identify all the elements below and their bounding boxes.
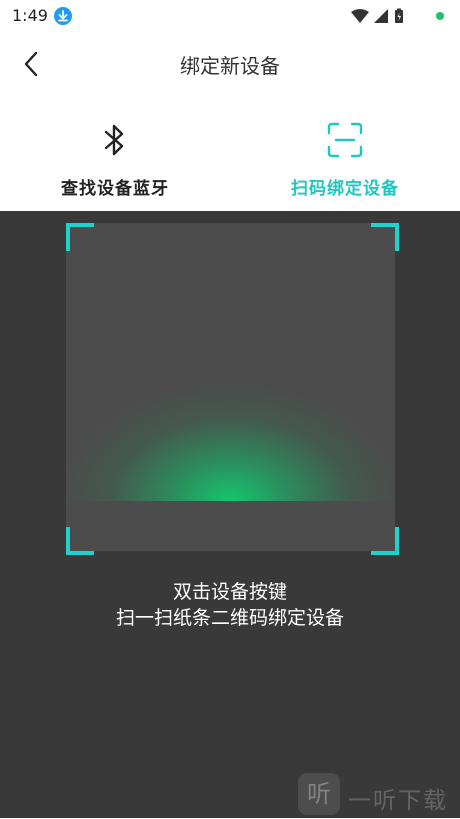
tab-scan-bind[interactable]: 扫码绑定设备: [230, 96, 460, 211]
status-bar: 1:49: [0, 0, 460, 32]
tab-find-bluetooth-label: 查找设备蓝牙: [61, 179, 169, 199]
bind-method-tabs: 查找设备蓝牙 扫码绑定设备: [0, 96, 460, 211]
tab-find-bluetooth[interactable]: 查找设备蓝牙: [0, 96, 230, 211]
scan-hint-line-2: 扫一扫纸条二维码绑定设备: [115, 607, 344, 629]
scan-corner-bottom-right: [371, 527, 399, 555]
bluetooth-icon: [95, 120, 135, 160]
status-icons: [350, 8, 420, 24]
watermark-text: 一听下载: [348, 788, 448, 814]
wifi-icon: [351, 9, 369, 23]
battery-icon: [395, 8, 403, 23]
watermark-logo-char: 听: [307, 780, 331, 808]
scan-beam: [66, 383, 395, 501]
scanner-viewport: 双击设备按键 扫一扫纸条二维码绑定设备 听 一听下载: [0, 211, 460, 818]
signal-icon: [374, 9, 388, 23]
page-title: 绑定新设备: [180, 54, 280, 78]
download-icon: [54, 7, 72, 25]
notification-dot-icon: [436, 12, 444, 20]
scan-corner-top-right: [371, 223, 399, 251]
scan-frame-icon: [325, 120, 365, 160]
scan-corner-top-left: [66, 223, 94, 251]
tab-scan-bind-label: 扫码绑定设备: [291, 179, 399, 199]
status-time: 1:49: [12, 6, 48, 25]
header: 绑定新设备: [0, 32, 460, 96]
scan-corner-bottom-left: [66, 527, 94, 555]
scan-hint-line-1: 双击设备按键: [172, 581, 287, 603]
watermark-logo-icon: 听: [298, 773, 340, 815]
scan-window: [66, 223, 395, 551]
